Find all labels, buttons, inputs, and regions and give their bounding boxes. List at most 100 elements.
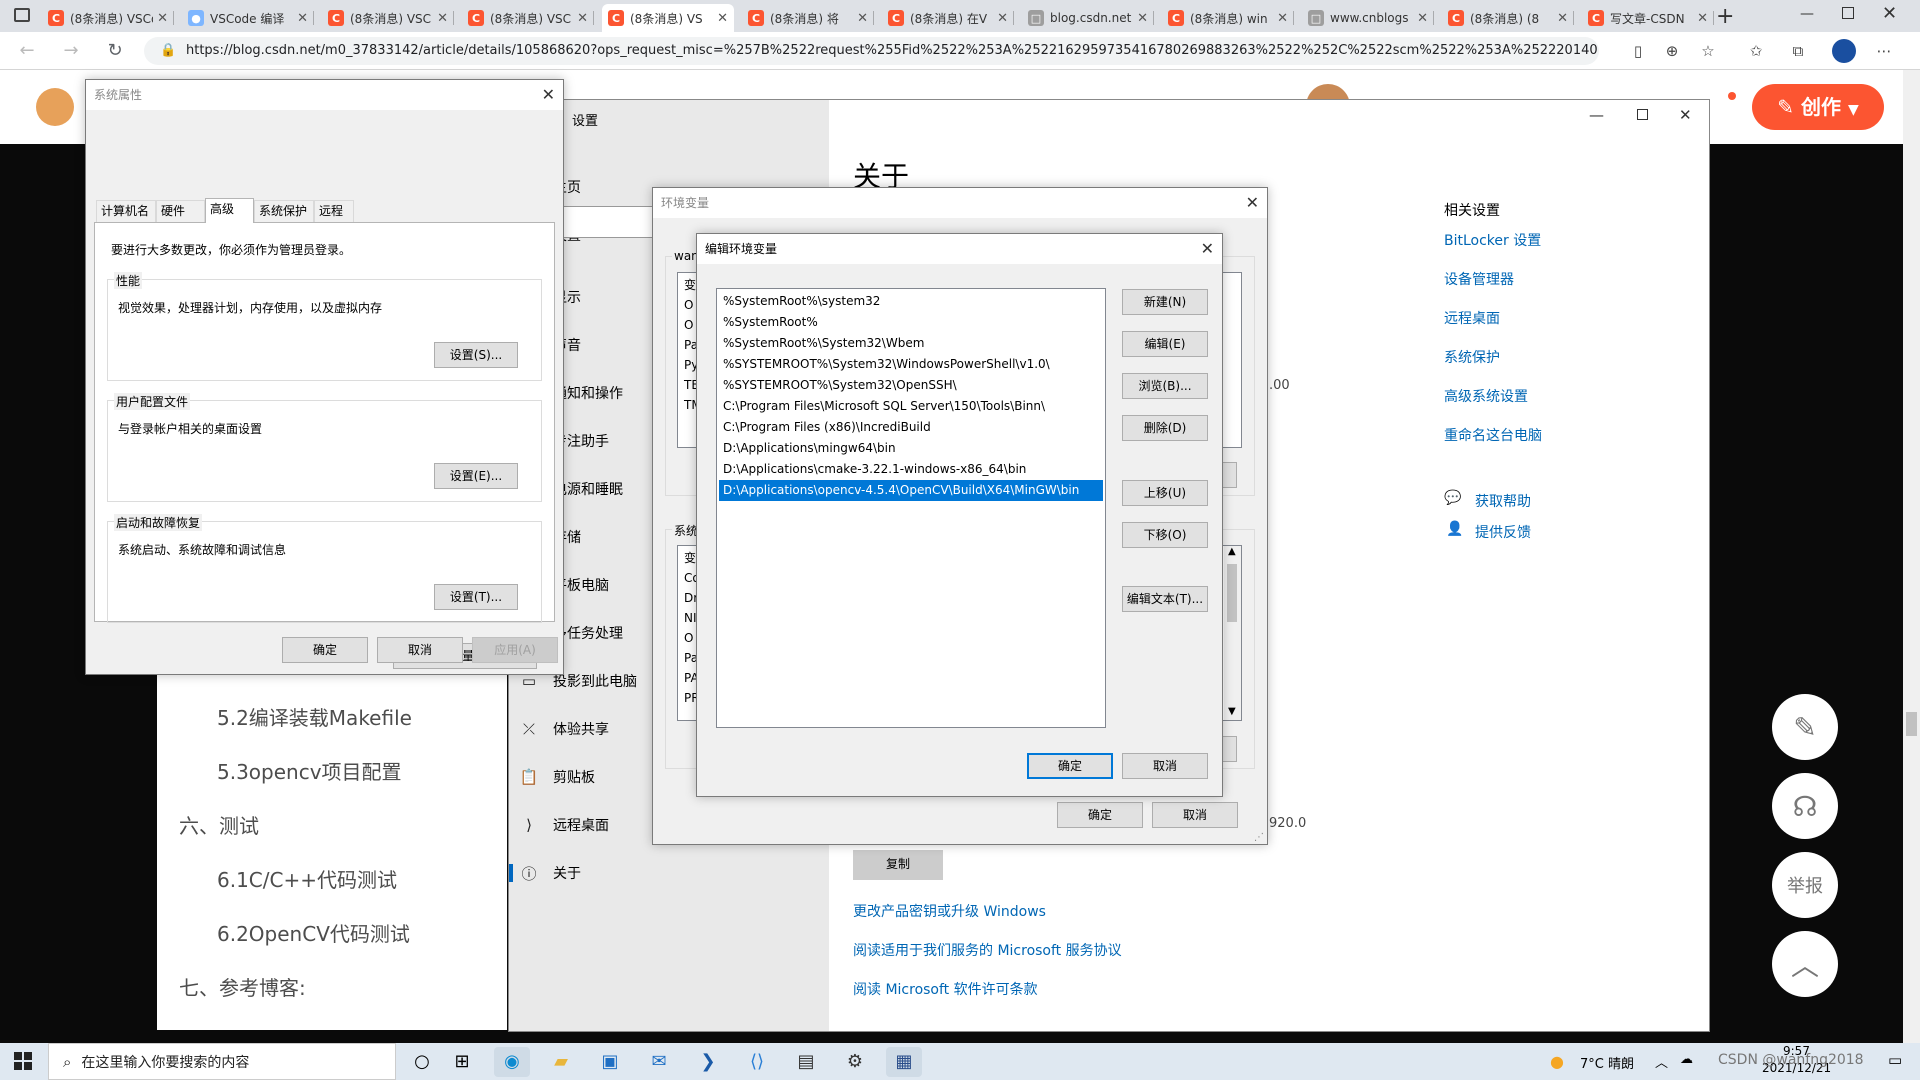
store-icon[interactable]: ▣ — [592, 1047, 628, 1077]
copy-button[interactable]: 复制 — [853, 850, 943, 880]
scroll-up-icon[interactable]: ▲ — [1228, 546, 1236, 557]
path-entry-row[interactable]: %SystemRoot% — [719, 312, 1103, 333]
scroll-down-icon[interactable]: ▼ — [1228, 706, 1236, 717]
tab-close-icon[interactable]: ✕ — [1137, 11, 1148, 26]
tab-close-icon[interactable]: ✕ — [997, 11, 1008, 26]
browse-entry-button[interactable]: 浏览(B)... — [1122, 373, 1208, 399]
vscode-icon[interactable]: ⟨⟩ — [739, 1047, 775, 1077]
create-button[interactable]: ✎ 创作 ▼ — [1752, 84, 1884, 130]
settings-gear-icon[interactable]: ⚙ — [837, 1047, 873, 1077]
delete-entry-button[interactable]: 删除(D) — [1122, 415, 1208, 441]
edit-environment-cancel-button[interactable]: 取消 — [1122, 753, 1208, 779]
collections-icon[interactable]: ⧉ — [1788, 41, 1808, 61]
tab-actions-icon[interactable] — [14, 8, 30, 22]
environment-variables-close-icon[interactable]: ✕ — [1246, 188, 1259, 218]
file-explorer-icon[interactable]: ▰ — [543, 1047, 579, 1077]
resize-grip-icon[interactable]: ⋰ — [1254, 832, 1264, 843]
remote-desktop-link[interactable]: 远程桌面 — [1444, 308, 1500, 328]
favorites-icon[interactable]: ✩ — [1746, 41, 1766, 61]
tab-computer-name[interactable]: 计算机名 — [96, 200, 156, 222]
powershell-icon[interactable]: ❯ — [690, 1047, 726, 1077]
toc-item[interactable]: 六、测试 — [179, 810, 259, 839]
system-properties-ok-button[interactable]: 确定 — [282, 637, 368, 663]
system-properties-taskbar-icon[interactable]: ▦ — [886, 1047, 922, 1077]
edge-icon[interactable]: ◉ — [494, 1047, 530, 1077]
browser-tab[interactable]: □ www.cnblogs ✕ — [1302, 4, 1434, 32]
tab-close-icon[interactable]: ✕ — [717, 11, 728, 26]
toc-item[interactable]: 6.2OpenCV代码测试 — [217, 918, 410, 947]
toc-item[interactable]: 5.3opencv项目配置 — [217, 756, 402, 785]
environment-variables-cancel-button[interactable]: 取消 — [1152, 802, 1238, 828]
mail-icon[interactable]: ✉ — [641, 1047, 677, 1077]
settings-minimize-button[interactable]: — — [1589, 106, 1604, 124]
browser-tab[interactable]: C (8条消息) VSCo ✕ — [42, 4, 174, 32]
advanced-system-link[interactable]: 高级系统设置 — [1444, 386, 1528, 406]
tab-close-icon[interactable]: ✕ — [297, 11, 308, 26]
back-to-top-button[interactable]: ︿ — [1772, 931, 1838, 997]
device-manager-link[interactable]: 设备管理器 — [1444, 269, 1514, 289]
notifications-icon[interactable]: ▭ — [1888, 1051, 1902, 1069]
tab-close-icon[interactable]: ✕ — [1417, 11, 1428, 26]
browser-tab[interactable]: C (8条消息) 将 ✕ — [742, 4, 874, 32]
browser-tab[interactable]: □ blog.csdn.net ✕ — [1022, 4, 1154, 32]
path-entry-row[interactable]: C:\Program Files\Microsoft SQL Server\15… — [719, 396, 1103, 417]
task-view-icon[interactable]: ⊞ — [444, 1047, 480, 1077]
browser-tab[interactable]: C (8条消息) VSC ✕ — [322, 4, 454, 32]
edit-text-button[interactable]: 编辑文本(T)... — [1122, 586, 1208, 612]
customer-service-button[interactable]: ☊ — [1772, 773, 1838, 839]
system-protection-link[interactable]: 系统保护 — [1444, 347, 1500, 367]
new-entry-button[interactable]: 新建(N) — [1122, 289, 1208, 315]
close-browser-button[interactable]: ✕ — [1882, 3, 1897, 24]
environment-variables-ok-button[interactable]: 确定 — [1057, 802, 1143, 828]
report-button[interactable]: 举报 — [1772, 852, 1838, 918]
product-key-link[interactable]: 更改产品密钥或升级 Windows — [853, 901, 1046, 921]
path-entries-list[interactable]: %SystemRoot%\system32 %SystemRoot% %System… — [716, 288, 1106, 728]
system-properties-close-icon[interactable]: ✕ — [542, 80, 555, 110]
edit-article-button[interactable]: ✎ — [1772, 694, 1838, 760]
cortana-icon[interactable]: ○ — [404, 1047, 440, 1077]
path-entry-row[interactable]: %SYSTEMROOT%\System32\WindowsPowerShell\… — [719, 354, 1103, 375]
browser-tab[interactable]: C (8条消息) (8 ✕ — [1442, 4, 1574, 32]
service-agreement-link[interactable]: 阅读适用于我们服务的 Microsoft 服务协议 — [853, 940, 1122, 960]
forward-icon[interactable]: → — [60, 40, 82, 62]
system-list-scrollbar[interactable]: ▲ ▼ — [1224, 546, 1241, 720]
tab-close-icon[interactable]: ✕ — [577, 11, 588, 26]
tab-hardware[interactable]: 硬件 — [156, 200, 205, 222]
page-scrollbar-thumb[interactable] — [1906, 712, 1917, 736]
terminal-icon[interactable]: ▤ — [788, 1047, 824, 1077]
toc-item[interactable]: 七、参考博客: — [179, 972, 306, 1001]
toc-item[interactable]: 6.1C/C++代码测试 — [217, 864, 397, 893]
weather-text[interactable]: 7°C 晴朗 — [1580, 1053, 1634, 1072]
path-entry-row[interactable]: %SystemRoot%\System32\Wbem — [719, 333, 1103, 354]
windows-start-icon[interactable] — [14, 1052, 32, 1070]
favorite-star-icon[interactable]: ☆ — [1698, 41, 1718, 61]
tab-system-protection[interactable]: 系统保护 — [254, 200, 314, 222]
zoom-icon[interactable]: ⊕ — [1662, 41, 1682, 61]
csdn-logo[interactable] — [36, 88, 74, 126]
url-input[interactable]: 🔒 https://blog.csdn.net/m0_37833142/arti… — [144, 37, 1599, 65]
settings-nav-item[interactable]: ⓘ 关于 — [509, 858, 829, 888]
system-list-scroll-thumb[interactable] — [1227, 564, 1237, 622]
settings-close-button[interactable]: ✕ — [1679, 106, 1692, 124]
path-entry-row[interactable]: D:\Applications\cmake-3.22.1-windows-x86… — [719, 459, 1103, 480]
tray-chevron-up-icon[interactable]: ︿ — [1655, 1052, 1668, 1071]
path-entry-row[interactable]: D:\Applications\opencv-4.5.4\OpenCV\Buil… — [719, 480, 1103, 501]
tab-close-icon[interactable]: ✕ — [1277, 11, 1288, 26]
minimize-browser-button[interactable]: — — [1800, 6, 1814, 22]
path-entry-row[interactable]: %SystemRoot%\system32 — [719, 291, 1103, 312]
browser-tab[interactable]: ● VSCode 编译 ✕ — [182, 4, 314, 32]
taskbar-search-box[interactable]: ⌕ 在这里输入你要搜索的内容 — [48, 1043, 396, 1080]
path-entry-row[interactable]: D:\Applications\mingw64\bin — [719, 438, 1103, 459]
license-terms-link[interactable]: 阅读 Microsoft 软件许可条款 — [853, 979, 1038, 999]
tab-close-icon[interactable]: ✕ — [1697, 11, 1708, 26]
path-entry-row[interactable]: %SYSTEMROOT%\System32\OpenSSH\ — [719, 375, 1103, 396]
refresh-icon[interactable]: ↻ — [104, 40, 126, 62]
edit-entry-button[interactable]: 编辑(E) — [1122, 331, 1208, 357]
tab-remote[interactable]: 远程 — [314, 200, 354, 222]
settings-maximize-button[interactable] — [1637, 109, 1648, 120]
browser-tab[interactable]: C (8条消息) VSC ✕ — [462, 4, 594, 32]
more-icon[interactable]: ⋯ — [1874, 41, 1894, 61]
toc-item[interactable]: 5.2编译装载Makefile — [217, 702, 412, 731]
tab-advanced[interactable]: 高级 — [205, 198, 254, 223]
tab-close-icon[interactable]: ✕ — [157, 11, 168, 26]
